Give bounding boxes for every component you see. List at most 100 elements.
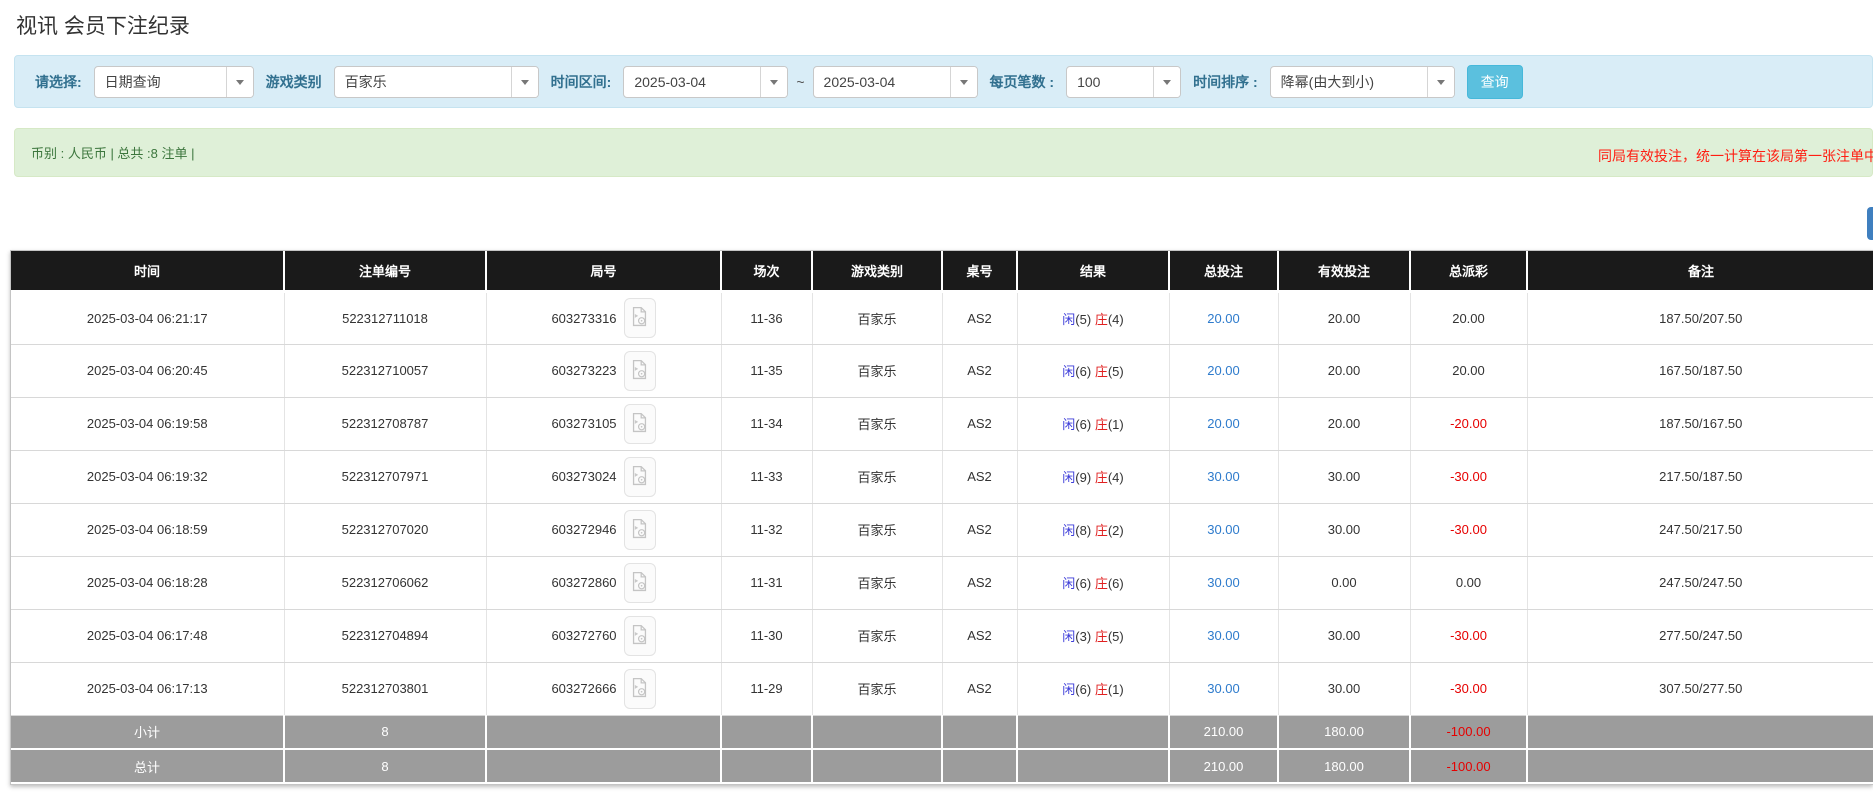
game-type-select[interactable]: 百家乐 xyxy=(334,66,539,98)
player-result: 闲 xyxy=(1062,417,1075,432)
video-replay-button[interactable] xyxy=(624,669,656,709)
table-header-row: 时间注单编号局号场次游戏类别桌号结果总投注有效投注总派彩备注 xyxy=(11,251,1873,291)
sort-order-select[interactable]: 降幂(由大到小) xyxy=(1270,66,1455,98)
totals-empty xyxy=(721,715,812,749)
cell-bet-id: 522312711018 xyxy=(284,291,486,344)
video-replay-button[interactable] xyxy=(624,563,656,603)
column-header: 桌号 xyxy=(942,251,1017,291)
player-result: 闲 xyxy=(1062,523,1075,538)
totals-total-bet: 210.00 xyxy=(1169,749,1278,783)
column-header: 时间 xyxy=(11,251,284,291)
cell-session: 11-36 xyxy=(721,291,812,344)
cell-session: 11-34 xyxy=(721,397,812,450)
currency-total-text: 币别 : 人民币 | 总共 :8 注单 | xyxy=(31,143,195,162)
round-id-text: 603273105 xyxy=(551,416,616,431)
cell-round-id: 603272760 xyxy=(486,609,721,662)
cell-payout: -20.00 xyxy=(1410,397,1527,450)
column-header: 游戏类别 xyxy=(812,251,942,291)
cell-table-no: AS2 xyxy=(942,397,1017,450)
table-row: 2025-03-04 06:19:32522312707971603273024… xyxy=(11,450,1873,503)
search-button[interactable]: 查询 xyxy=(1467,65,1523,99)
per-page-select[interactable]: 100 xyxy=(1066,66,1181,98)
totals-empty xyxy=(486,715,721,749)
cell-payout: -30.00 xyxy=(1410,662,1527,715)
cell-time: 2025-03-04 06:17:13 xyxy=(11,662,284,715)
cell-payout: 0.00 xyxy=(1410,556,1527,609)
banker-result: 庄 xyxy=(1095,682,1108,697)
totals-empty xyxy=(1527,715,1873,749)
video-file-icon xyxy=(631,624,648,648)
cell-result: 闲(6) 庄(1) xyxy=(1017,397,1169,450)
cell-game-type: 百家乐 xyxy=(812,397,942,450)
cell-total-bet: 20.00 xyxy=(1169,397,1278,450)
video-file-icon xyxy=(631,465,648,489)
video-replay-button[interactable] xyxy=(624,404,656,444)
cell-remark: 247.50/217.50 xyxy=(1527,503,1873,556)
range-separator: ~ xyxy=(796,74,804,90)
video-replay-button[interactable] xyxy=(624,616,656,656)
column-header: 注单编号 xyxy=(284,251,486,291)
player-result: 闲 xyxy=(1062,629,1075,644)
page-title: 视讯 会员下注纪录 xyxy=(16,10,1873,40)
video-replay-button[interactable] xyxy=(624,457,656,497)
table-row: 2025-03-04 06:19:58522312708787603273105… xyxy=(11,397,1873,450)
cell-bet-id: 522312710057 xyxy=(284,344,486,397)
cell-total-bet: 30.00 xyxy=(1169,556,1278,609)
cell-bet-id: 522312706062 xyxy=(284,556,486,609)
banker-result: 庄 xyxy=(1095,364,1108,379)
chevron-down-icon xyxy=(1153,67,1180,97)
date-from-select[interactable]: 2025-03-04 xyxy=(623,66,788,98)
banker-result: 庄 xyxy=(1095,523,1108,538)
cell-table-no: AS2 xyxy=(942,503,1017,556)
player-result: 闲 xyxy=(1062,470,1075,485)
video-file-icon xyxy=(631,518,648,542)
cell-valid-bet: 30.00 xyxy=(1278,450,1410,503)
date-to-select[interactable]: 2025-03-04 xyxy=(813,66,978,98)
chevron-down-icon xyxy=(950,67,977,97)
cell-round-id: 603273316 xyxy=(486,291,721,344)
totals-empty xyxy=(942,715,1017,749)
video-replay-button[interactable] xyxy=(624,351,656,391)
round-id-text: 603272666 xyxy=(551,681,616,696)
totals-empty xyxy=(1527,749,1873,783)
cell-table-no: AS2 xyxy=(942,609,1017,662)
cell-round-id: 603273223 xyxy=(486,344,721,397)
banker-result: 庄 xyxy=(1095,470,1108,485)
query-type-select[interactable]: 日期查询 xyxy=(94,66,254,98)
video-file-icon xyxy=(631,571,648,595)
totals-payout: -100.00 xyxy=(1410,715,1527,749)
table-row: 2025-03-04 06:18:28522312706062603272860… xyxy=(11,556,1873,609)
cell-bet-id: 522312708787 xyxy=(284,397,486,450)
cell-game-type: 百家乐 xyxy=(812,556,942,609)
cell-remark: 277.50/247.50 xyxy=(1527,609,1873,662)
query-type-label: 请选择: xyxy=(35,72,82,92)
date-to-value: 2025-03-04 xyxy=(814,67,950,97)
cell-result: 闲(5) 庄(4) xyxy=(1017,291,1169,344)
game-type-value: 百家乐 xyxy=(335,67,511,97)
column-header: 结果 xyxy=(1017,251,1169,291)
column-header: 局号 xyxy=(486,251,721,291)
column-header: 有效投注 xyxy=(1278,251,1410,291)
date-from-value: 2025-03-04 xyxy=(624,67,760,97)
cell-table-no: AS2 xyxy=(942,291,1017,344)
summary-bar: 币别 : 人民币 | 总共 :8 注单 | 同局有效投注，统一计算在该局第一张注… xyxy=(14,128,1873,177)
cell-time: 2025-03-04 06:18:28 xyxy=(11,556,284,609)
banker-result: 庄 xyxy=(1095,312,1108,327)
totals-valid-bet: 180.00 xyxy=(1278,749,1410,783)
game-type-label: 游戏类别 xyxy=(266,72,322,92)
export-button[interactable] xyxy=(1867,207,1873,240)
cell-total-bet: 30.00 xyxy=(1169,662,1278,715)
cell-table-no: AS2 xyxy=(942,450,1017,503)
time-range-label: 时间区间: xyxy=(551,72,612,92)
column-header: 场次 xyxy=(721,251,812,291)
cell-time: 2025-03-04 06:17:48 xyxy=(11,609,284,662)
cell-payout: -30.00 xyxy=(1410,609,1527,662)
cell-round-id: 603272946 xyxy=(486,503,721,556)
totals-total-bet: 210.00 xyxy=(1169,715,1278,749)
video-replay-button[interactable] xyxy=(624,510,656,550)
video-replay-button[interactable] xyxy=(624,298,656,338)
cell-session: 11-32 xyxy=(721,503,812,556)
cell-table-no: AS2 xyxy=(942,344,1017,397)
cell-result: 闲(9) 庄(4) xyxy=(1017,450,1169,503)
cell-session: 11-31 xyxy=(721,556,812,609)
